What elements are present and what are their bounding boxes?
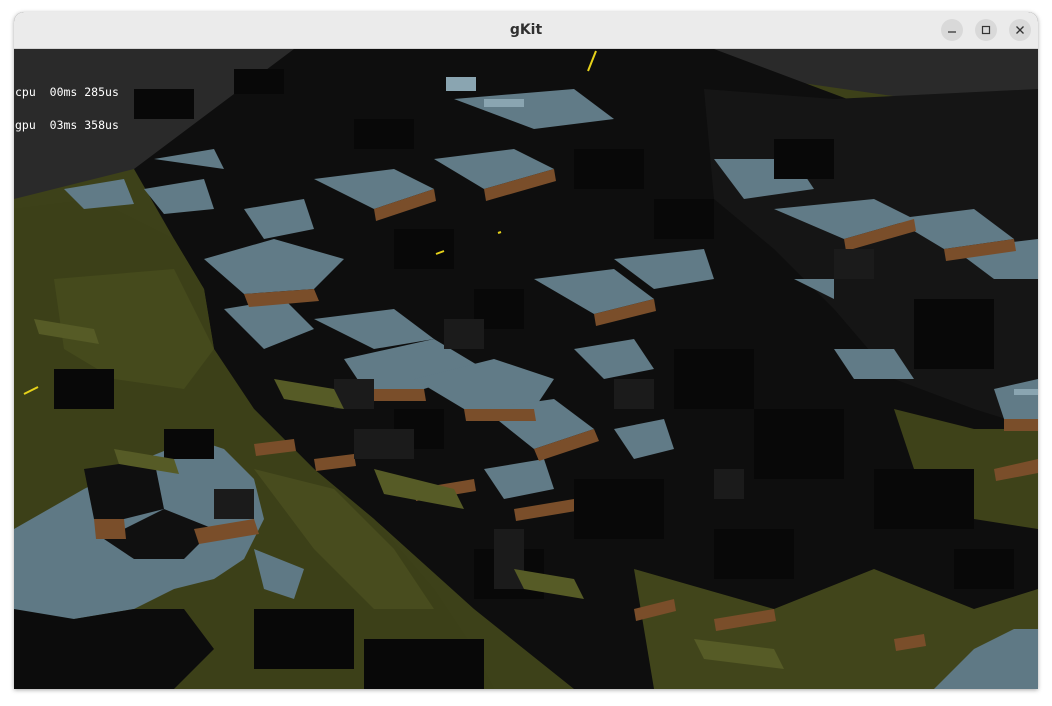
window-title: gKit (509, 22, 543, 38)
close-button[interactable] (1009, 19, 1031, 41)
render-viewport[interactable]: cpu 00ms 285us gpu 03ms 358us (14, 49, 1038, 689)
close-icon (1015, 25, 1025, 35)
cpu-value: 00ms 285us (49, 85, 119, 99)
gpu-timing: gpu 03ms 358us (15, 118, 119, 132)
voxel-terrain-render (14, 49, 1038, 689)
app-window: gKit cpu 00ms 285us gpu 03ms 358us (14, 12, 1038, 689)
maximize-button[interactable] (975, 19, 997, 41)
minimize-button[interactable] (941, 19, 963, 41)
minimize-icon (947, 25, 957, 35)
gpu-value: 03ms 358us (49, 118, 119, 132)
perf-overlay: cpu 00ms 285us gpu 03ms 358us (15, 65, 119, 153)
cpu-label: cpu (15, 85, 36, 99)
title-bar[interactable]: gKit (14, 12, 1038, 49)
gpu-label: gpu (15, 118, 36, 132)
cpu-timing: cpu 00ms 285us (15, 85, 119, 99)
maximize-icon (981, 25, 991, 35)
